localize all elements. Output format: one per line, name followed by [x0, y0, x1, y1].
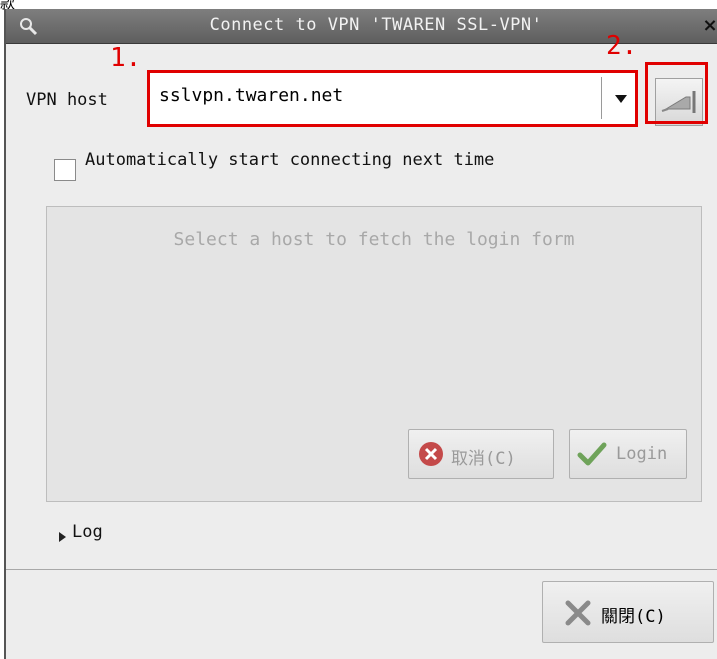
vpn-host-label: VPN host	[26, 90, 108, 110]
close-dialog-label: 關閉(C)	[601, 607, 666, 627]
close-dialog-button[interactable]: 關閉(C)	[542, 581, 714, 643]
annotation-marker-2: 2.	[606, 31, 638, 61]
login-label: Login	[616, 444, 668, 464]
cancel-button[interactable]: 取消(C)	[408, 429, 554, 479]
close-x-icon	[565, 600, 591, 626]
vpn-connect-dialog: Connect to VPN 'TWAREN SSL-VPN' × 1. 2. …	[4, 9, 717, 659]
login-button[interactable]: Login	[569, 429, 687, 479]
expander-arrow-icon[interactable]	[59, 532, 66, 542]
login-form-placeholder: Select a host to fetch the login form	[173, 229, 575, 250]
checkmark-icon	[577, 442, 607, 466]
annotation-marker-1: 1.	[110, 43, 142, 73]
separator	[6, 569, 717, 570]
auto-connect-label[interactable]: Automatically start connecting next time	[85, 150, 494, 170]
log-expander-label[interactable]: Log	[72, 522, 103, 542]
cancel-label: 取消(C)	[451, 449, 516, 469]
highlight-box-1	[147, 70, 638, 127]
auto-connect-checkbox[interactable]	[54, 159, 76, 181]
highlight-box-2	[645, 62, 708, 124]
close-icon[interactable]: ×	[700, 16, 717, 36]
login-form-panel: Select a host to fetch the login form 取消…	[46, 206, 702, 502]
cancel-circle-icon	[419, 442, 443, 466]
